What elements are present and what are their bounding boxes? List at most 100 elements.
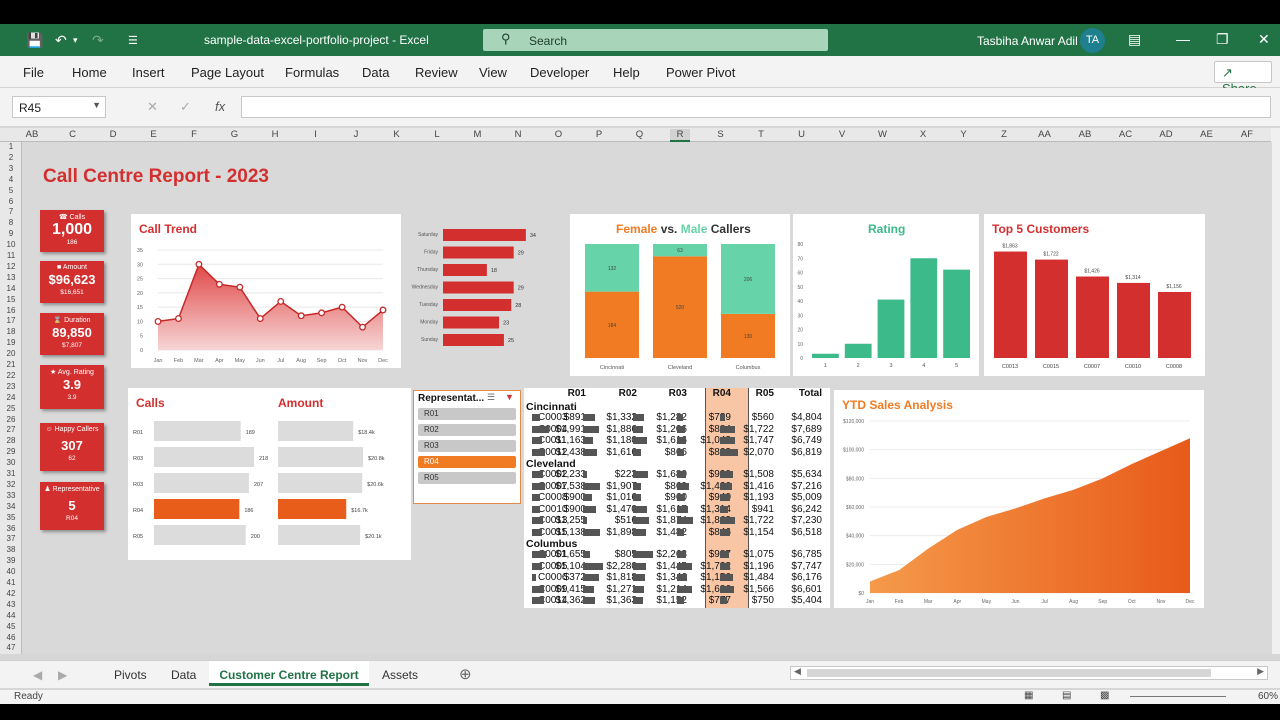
customize-qat-icon[interactable]: ☰	[128, 34, 138, 47]
row-header[interactable]: 23	[0, 382, 22, 391]
column-header[interactable]: R	[670, 129, 690, 142]
column-header[interactable]: G	[225, 129, 245, 140]
menu-developer[interactable]: Developer	[530, 65, 589, 80]
column-header[interactable]: U	[792, 129, 812, 140]
column-header[interactable]: Z	[994, 129, 1014, 140]
row-header[interactable]: 11	[0, 251, 22, 260]
row-header[interactable]: 39	[0, 556, 22, 565]
column-header[interactable]: F	[184, 129, 204, 140]
multi-select-icon[interactable]: ☰	[487, 392, 495, 403]
row-header[interactable]: 4	[0, 175, 22, 184]
column-header[interactable]: H	[265, 129, 285, 140]
formula-input[interactable]	[241, 96, 1271, 118]
maximize-icon[interactable]: ❐	[1216, 31, 1229, 48]
menu-file[interactable]: File	[23, 65, 44, 80]
column-header[interactable]: L	[427, 129, 447, 140]
tab-data[interactable]: Data	[171, 668, 196, 682]
row-header[interactable]: 37	[0, 534, 22, 543]
row-header[interactable]: 1	[0, 142, 22, 151]
row-header[interactable]: 30	[0, 458, 22, 467]
row-header[interactable]: 32	[0, 480, 22, 489]
row-header[interactable]: 28	[0, 436, 22, 445]
column-header[interactable]: AC	[1116, 129, 1136, 140]
page-break-view-icon[interactable]: ▩	[1100, 690, 1109, 701]
enter-icon[interactable]: ✓	[180, 99, 191, 115]
row-header[interactable]: 8	[0, 218, 22, 227]
row-header[interactable]: 46	[0, 633, 22, 642]
next-sheet-icon[interactable]: ▶	[58, 668, 67, 682]
clear-filter-icon[interactable]: ▼	[505, 392, 514, 402]
row-header[interactable]: 27	[0, 425, 22, 434]
undo-icon[interactable]: ↶	[55, 32, 67, 49]
column-header[interactable]: K	[387, 129, 407, 140]
column-header[interactable]: T	[751, 129, 771, 140]
chevron-down-icon[interactable]: ▼	[92, 100, 101, 110]
zoom-slider[interactable]	[1130, 696, 1226, 697]
row-header[interactable]: 13	[0, 273, 22, 282]
prev-sheet-icon[interactable]: ◀	[33, 668, 42, 682]
slicer-item-r05[interactable]: R05	[418, 472, 516, 484]
sheet-area[interactable]: Call Centre Report - 2023 ☎ Calls 1,000 …	[22, 142, 1272, 654]
row-header[interactable]: 12	[0, 262, 22, 271]
column-header[interactable]: S	[711, 129, 731, 140]
row-header[interactable]: 25	[0, 404, 22, 413]
scroll-right-icon[interactable]: ▶	[1257, 666, 1264, 677]
row-header[interactable]: 10	[0, 240, 22, 249]
row-header[interactable]: 33	[0, 491, 22, 500]
column-header[interactable]: AA	[1035, 129, 1055, 140]
row-header[interactable]: 16	[0, 306, 22, 315]
vertical-scrollbar[interactable]	[1271, 128, 1280, 654]
column-header[interactable]: AD	[1156, 129, 1176, 140]
row-header[interactable]: 20	[0, 349, 22, 358]
name-box[interactable]: R45 ▼	[12, 96, 106, 118]
save-icon[interactable]: 💾	[26, 32, 43, 49]
menu-data[interactable]: Data	[362, 65, 389, 80]
zoom-level[interactable]: 60%	[1258, 691, 1278, 702]
column-header[interactable]: AF	[1237, 129, 1257, 140]
tab-customer-centre-report[interactable]: Customer Centre Report	[209, 661, 369, 686]
row-header[interactable]: 14	[0, 284, 22, 293]
column-header[interactable]: W	[873, 129, 893, 140]
row-header[interactable]: 21	[0, 360, 22, 369]
row-header[interactable]: 3	[0, 164, 22, 173]
tab-assets[interactable]: Assets	[382, 668, 418, 682]
menu-power-pivot[interactable]: Power Pivot	[666, 65, 735, 80]
minimize-icon[interactable]: —	[1176, 31, 1190, 47]
row-header[interactable]: 2	[0, 153, 22, 162]
cancel-icon[interactable]: ✕	[147, 99, 158, 115]
column-header[interactable]: N	[508, 129, 528, 140]
column-header[interactable]: V	[832, 129, 852, 140]
normal-view-icon[interactable]: ▦	[1024, 690, 1033, 701]
close-icon[interactable]: ✕	[1258, 31, 1270, 48]
horizontal-scrollbar[interactable]: ◀ ▶	[790, 666, 1268, 680]
row-header[interactable]: 43	[0, 600, 22, 609]
row-header[interactable]: 38	[0, 545, 22, 554]
row-header[interactable]: 24	[0, 393, 22, 402]
column-header[interactable]: I	[306, 129, 326, 140]
row-header[interactable]: 47	[0, 643, 22, 652]
row-header[interactable]: 26	[0, 415, 22, 424]
row-header[interactable]: 6	[0, 197, 22, 206]
slicer-item-r02[interactable]: R02	[418, 424, 516, 436]
column-header[interactable]: C	[63, 129, 83, 140]
row-header[interactable]: 7	[0, 207, 22, 216]
column-header[interactable]: P	[589, 129, 609, 140]
column-header[interactable]: O	[549, 129, 569, 140]
column-header[interactable]: X	[913, 129, 933, 140]
scroll-left-icon[interactable]: ◀	[794, 666, 801, 677]
ribbon-display-icon[interactable]: ▤	[1128, 31, 1141, 48]
share-button[interactable]: ↗ Share	[1214, 61, 1272, 96]
row-header[interactable]: 9	[0, 229, 22, 238]
menu-home[interactable]: Home	[72, 65, 107, 80]
slicer-item-r03[interactable]: R03	[418, 440, 516, 452]
slicer-item-r01[interactable]: R01	[418, 408, 516, 420]
column-header[interactable]: E	[144, 129, 164, 140]
insert-function-icon[interactable]: fx	[215, 99, 225, 114]
scroll-thumb[interactable]	[807, 669, 1211, 677]
menu-review[interactable]: Review	[415, 65, 458, 80]
row-header[interactable]: 35	[0, 513, 22, 522]
tab-pivots[interactable]: Pivots	[114, 668, 147, 682]
column-header[interactable]: AB	[1075, 129, 1095, 140]
column-header[interactable]: AB	[22, 129, 42, 140]
row-header[interactable]: 22	[0, 371, 22, 380]
